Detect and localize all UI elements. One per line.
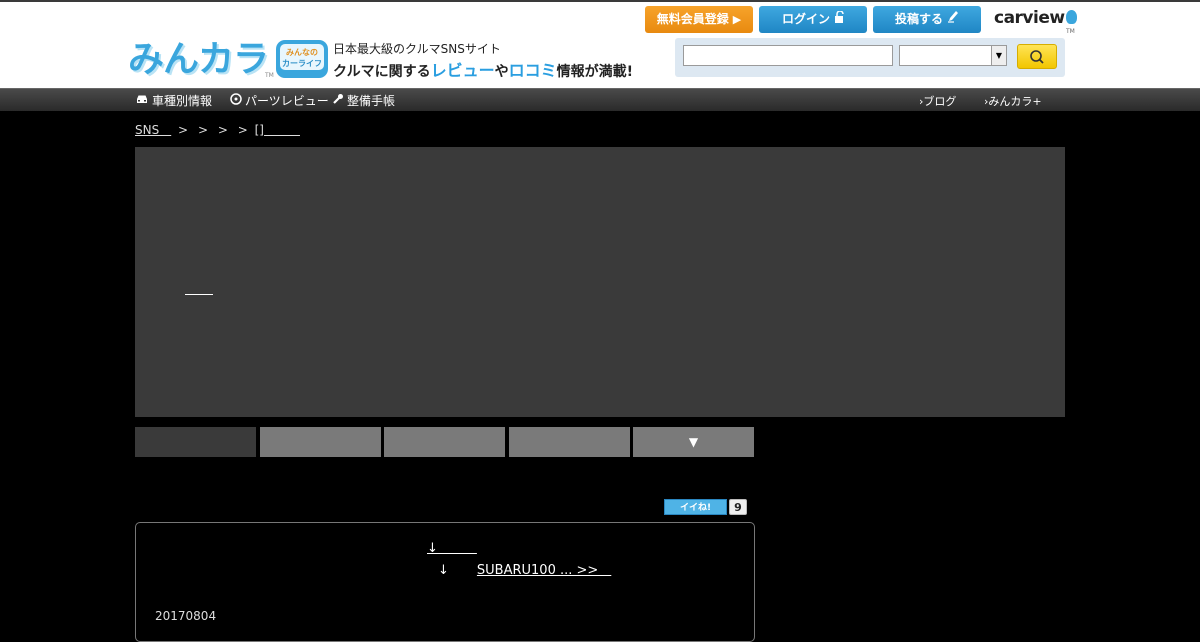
- more-arrow-icon: ▼: [688, 435, 699, 449]
- unlock-icon: [834, 6, 844, 33]
- site-header: みんカラ TM みんなの カーライフ 日本最大級のクルマSNSサイト クルマに関…: [0, 2, 1200, 88]
- register-button[interactable]: 無料会員登録 ▶: [645, 6, 753, 33]
- nav-item-maintenance[interactable]: 整備手帳: [332, 92, 395, 109]
- tagline-pre: クルマに関する: [333, 64, 431, 80]
- dropdown-arrow-icon[interactable]: ▼: [991, 46, 1006, 65]
- breadcrumb-link-sns[interactable]: SNS: [135, 123, 171, 137]
- entry-link-line[interactable]: ↓: [427, 537, 477, 556]
- tagline-review: レビュー: [430, 61, 495, 80]
- entry-date: 20170804: [155, 609, 217, 623]
- post-button[interactable]: 投稿する: [873, 6, 981, 33]
- search-area: ▼: [675, 38, 1065, 77]
- carlife-bottom-text: カーライフ: [282, 59, 322, 68]
- tagline-kuchikomi: ロコミ: [508, 61, 557, 80]
- down-arrow: ↓: [438, 563, 449, 578]
- breadcrumb-current[interactable]: []: [255, 123, 300, 137]
- nav-label: パーツレビュー: [245, 94, 329, 108]
- gallery-caption-link[interactable]: [185, 282, 213, 295]
- carview-mark-icon: [1065, 10, 1077, 24]
- login-label: ログイン: [781, 12, 830, 26]
- breadcrumb: SNS > > > > []: [135, 121, 300, 138]
- tab-more[interactable]: ▼: [633, 427, 754, 457]
- like-count: 9: [729, 499, 747, 515]
- carview-tm: TM: [1066, 28, 1075, 35]
- tagline-line1: 日本最大級のクルマSNSサイト: [333, 42, 501, 56]
- blog-entry-box: ↓ ↓ SUBARU100 ... >> 20170804: [135, 522, 755, 642]
- nav-label: 車種別情報: [152, 94, 213, 108]
- breadcrumb-separator: >: [217, 123, 228, 137]
- minkara-logo[interactable]: みんカラ TM: [128, 39, 278, 84]
- breadcrumb-separator: >: [237, 123, 248, 137]
- nav-item-parts-review[interactable]: パーツレビュー: [230, 92, 329, 109]
- login-button[interactable]: ログイン: [759, 6, 867, 33]
- breadcrumb-separator: >: [178, 123, 189, 137]
- entry-line2: ↓ SUBARU100 ... >>: [438, 559, 611, 578]
- entry-more-link[interactable]: SUBARU100 ... >>: [477, 563, 611, 578]
- nav-link-blog[interactable]: ›ブログ: [919, 93, 956, 109]
- tab-1[interactable]: [135, 427, 256, 457]
- logo-text: みんカラ: [128, 39, 269, 80]
- post-label: 投稿する: [894, 12, 943, 26]
- tab-3[interactable]: [384, 427, 505, 457]
- wrench-icon: [332, 93, 344, 108]
- carlife-top-text: みんなの: [286, 48, 318, 57]
- global-nav: 車種別情報 パーツレビュー 整備手帳 ›ブログ ›みんカラ+: [0, 88, 1200, 111]
- tagline-post: 情報が満載!: [556, 64, 634, 80]
- pen-icon: [947, 6, 959, 33]
- wheel-icon: [230, 93, 242, 108]
- search-button[interactable]: [1017, 44, 1057, 69]
- tagline-line2: クルマに関するレビューやロコミ情報が満載!: [333, 57, 633, 81]
- search-icon: [1030, 50, 1044, 64]
- search-category-select[interactable]: ▼: [899, 45, 1007, 66]
- nav-item-car-models[interactable]: 車種別情報: [135, 92, 212, 109]
- nav-link-minkara-plus[interactable]: ›みんカラ+: [984, 93, 1042, 109]
- nav-right-label: みんカラ+: [988, 95, 1042, 108]
- logo-tm: TM: [265, 72, 274, 79]
- nav-right-label: ブログ: [923, 95, 957, 108]
- play-icon: ▶: [732, 13, 742, 26]
- search-input[interactable]: [683, 45, 893, 66]
- car-icon: [135, 94, 149, 108]
- tab-2[interactable]: [260, 427, 381, 457]
- carview-logo[interactable]: carview: [994, 8, 1077, 28]
- carlife-badge: みんなの カーライフ: [276, 40, 328, 78]
- breadcrumb-separator: >: [197, 123, 208, 137]
- like-button[interactable]: イイね!: [664, 499, 727, 515]
- carview-text: carview: [994, 8, 1065, 28]
- nav-label: 整備手帳: [347, 94, 396, 108]
- tab-4[interactable]: [509, 427, 630, 457]
- photo-gallery[interactable]: [135, 147, 1065, 417]
- register-label: 無料会員登録: [656, 12, 729, 26]
- like-widget: イイね! 9: [664, 499, 747, 518]
- tagline-mid: や: [494, 64, 509, 80]
